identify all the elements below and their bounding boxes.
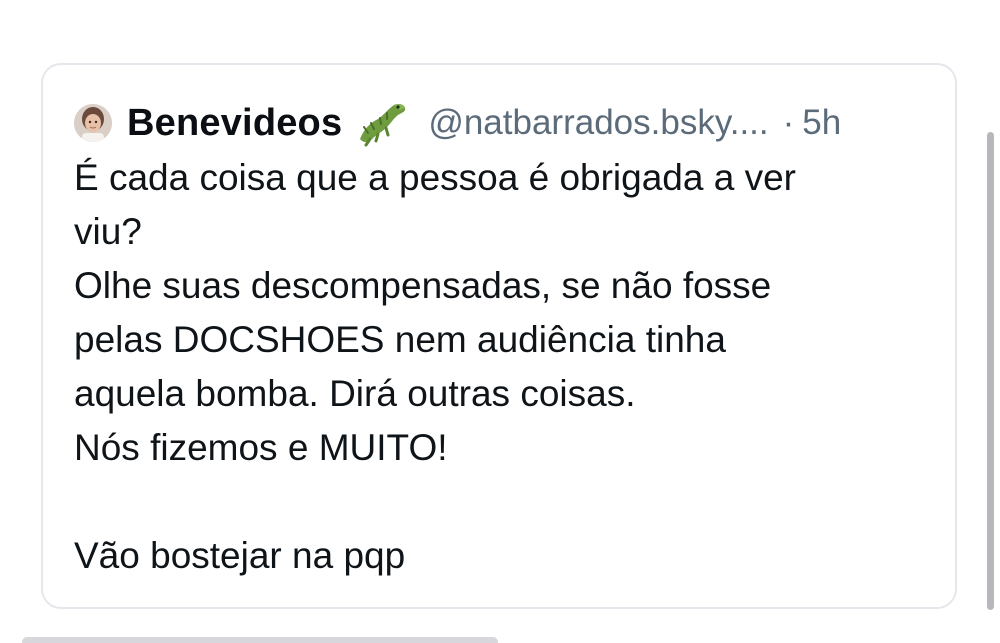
crocodile-emoji-icon xyxy=(354,99,410,147)
post-timestamp[interactable]: 5h xyxy=(802,103,841,143)
post-header: Benevideos @natbarrados.bsky.... · 5h xyxy=(74,99,925,147)
separator-dot: · xyxy=(782,103,795,142)
vertical-scrollbar[interactable] xyxy=(987,132,994,610)
author-handle[interactable]: @natbarrados.bsky.... xyxy=(428,103,768,143)
post-body-text: É cada coisa que a pessoa é obrigada a v… xyxy=(74,157,796,576)
author-avatar[interactable] xyxy=(74,104,112,142)
author-display-name[interactable]: Benevideos xyxy=(127,102,342,145)
next-card-edge xyxy=(22,637,498,643)
quote-post-card[interactable]: Benevideos @natbarrados.bsky.... · 5h É … xyxy=(41,63,957,609)
